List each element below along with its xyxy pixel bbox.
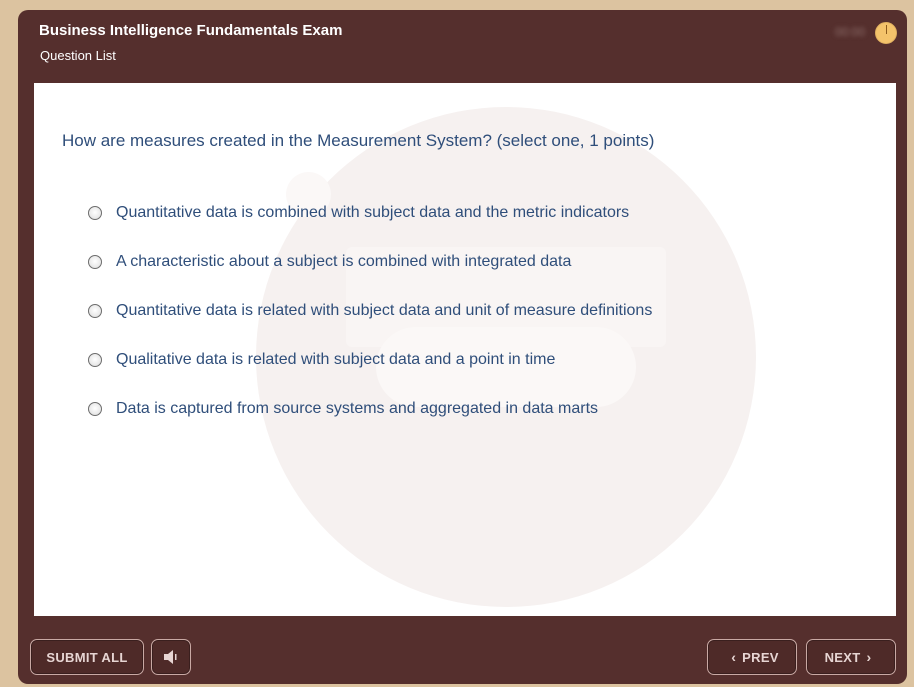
radio-button[interactable] bbox=[88, 401, 102, 416]
timer-readout: 00:00 bbox=[834, 25, 865, 39]
chevron-right-icon: › bbox=[866, 649, 872, 665]
submit-all-button[interactable]: SUBMIT ALL bbox=[30, 639, 144, 675]
clock-icon bbox=[875, 22, 897, 44]
radio-button[interactable] bbox=[88, 303, 102, 318]
prev-label: PREV bbox=[742, 649, 779, 665]
question-list-link[interactable]: Question List bbox=[40, 48, 116, 63]
answer-option-label: Quantitative data is combined with subje… bbox=[116, 203, 630, 221]
answer-options: Quantitative data is combined with subje… bbox=[88, 188, 652, 433]
submit-all-label: SUBMIT ALL bbox=[46, 649, 128, 665]
question-panel: How are measures created in the Measurem… bbox=[34, 83, 896, 616]
exam-window: Business Intelligence Fundamentals Exam … bbox=[18, 10, 907, 684]
radio-button[interactable] bbox=[88, 205, 102, 220]
footer-bar: SUBMIT ALL ‹ PREV NEXT › bbox=[18, 616, 907, 684]
audio-button[interactable] bbox=[151, 639, 191, 675]
answer-option-2[interactable]: A characteristic about a subject is comb… bbox=[88, 237, 652, 286]
answer-option-5[interactable]: Data is captured from source systems and… bbox=[88, 384, 652, 433]
next-label: NEXT bbox=[824, 649, 861, 665]
prev-button[interactable]: ‹ PREV bbox=[707, 639, 797, 675]
exam-title: Business Intelligence Fundamentals Exam bbox=[39, 22, 343, 39]
answer-option-4[interactable]: Qualitative data is related with subject… bbox=[88, 335, 652, 384]
answer-option-1[interactable]: Quantitative data is combined with subje… bbox=[88, 188, 652, 237]
answer-option-label: Qualitative data is related with subject… bbox=[116, 350, 556, 368]
answer-option-label: Data is captured from source systems and… bbox=[116, 399, 599, 417]
radio-button[interactable] bbox=[88, 254, 102, 269]
question-text: How are measures created in the Measurem… bbox=[62, 131, 655, 150]
next-button[interactable]: NEXT › bbox=[806, 639, 896, 675]
answer-option-label: Quantitative data is related with subjec… bbox=[116, 301, 653, 319]
answer-option-3[interactable]: Quantitative data is related with subjec… bbox=[88, 286, 652, 335]
speaker-icon bbox=[163, 649, 179, 665]
app-frame: Business Intelligence Fundamentals Exam … bbox=[0, 0, 914, 687]
chevron-left-icon: ‹ bbox=[731, 649, 737, 665]
radio-button[interactable] bbox=[88, 352, 102, 367]
answer-option-label: A characteristic about a subject is comb… bbox=[116, 252, 572, 270]
